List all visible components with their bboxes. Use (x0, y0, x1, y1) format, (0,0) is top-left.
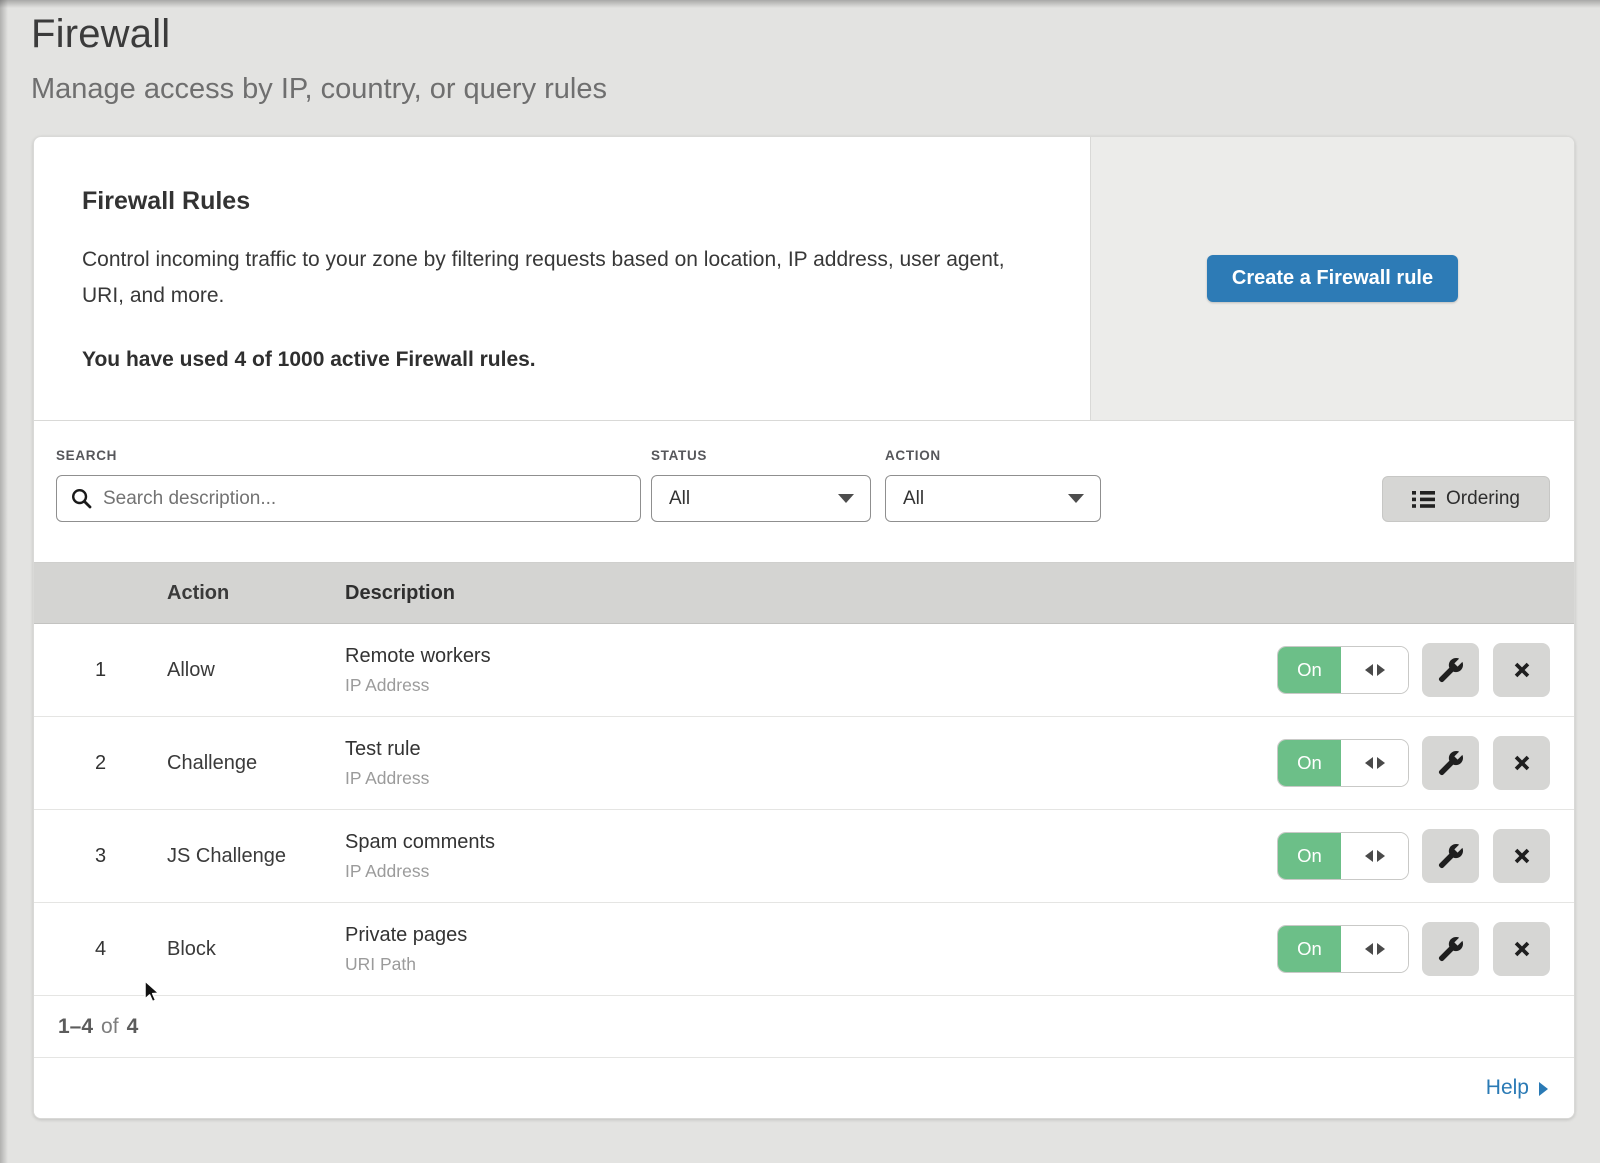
rule-priority: 4 (34, 938, 167, 961)
delete-rule-button[interactable] (1493, 829, 1550, 883)
rule-priority: 3 (34, 845, 167, 868)
close-icon (1511, 845, 1533, 867)
pagination-of: of (101, 1015, 119, 1039)
edit-rule-button[interactable] (1422, 829, 1479, 883)
page-title: Firewall (31, 12, 1600, 57)
action-selected-value: All (903, 488, 924, 510)
rules-intro-section: Firewall Rules Control incoming traffic … (34, 137, 1574, 421)
rule-field-type: IP Address (345, 768, 1278, 789)
rule-enabled-toggle[interactable]: On (1278, 833, 1408, 879)
create-rule-panel: Create a Firewall rule (1090, 137, 1574, 420)
close-icon (1511, 659, 1533, 681)
rule-enabled-toggle[interactable]: On (1278, 740, 1408, 786)
edit-rule-button[interactable] (1422, 736, 1479, 790)
ordering-button-label: Ordering (1446, 488, 1520, 510)
rule-field-type: IP Address (345, 675, 1278, 696)
status-select[interactable]: All (651, 475, 871, 522)
delete-rule-button[interactable] (1493, 643, 1550, 697)
page-header: Firewall Manage access by IP, country, o… (0, 0, 1600, 106)
rule-controls: On (1278, 736, 1574, 790)
filters-bar: SEARCH STATUS All ACTION All (34, 421, 1574, 562)
search-input[interactable] (56, 475, 641, 522)
rule-description-cell: Remote workers IP Address (345, 645, 1278, 696)
search-box (56, 475, 641, 522)
rule-description: Test rule (345, 738, 1278, 761)
toggle-on-label: On (1278, 647, 1341, 693)
window-left-edge (0, 0, 8, 1163)
table-row: 2 Challenge Test rule IP Address On (34, 717, 1574, 810)
table-row: 1 Allow Remote workers IP Address On (34, 624, 1574, 717)
wrench-icon (1438, 843, 1464, 869)
rules-intro: Firewall Rules Control incoming traffic … (34, 137, 1090, 420)
toggle-on-label: On (1278, 740, 1341, 786)
rule-description: Spam comments (345, 831, 1278, 854)
arrow-right-icon (1539, 1082, 1548, 1096)
rule-enabled-toggle[interactable]: On (1278, 647, 1408, 693)
close-icon (1511, 752, 1533, 774)
toggle-drag-handle-icon[interactable] (1341, 647, 1408, 693)
action-filter-group: ACTION All (885, 448, 1101, 522)
wrench-icon (1438, 936, 1464, 962)
firewall-rules-card: Firewall Rules Control incoming traffic … (33, 136, 1575, 1119)
rules-usage-count: You have used 4 of 1000 active Firewall … (82, 348, 1042, 372)
pagination: 1–4 of 4 (34, 996, 1574, 1058)
toggle-on-label: On (1278, 926, 1341, 972)
toggle-drag-handle-icon[interactable] (1341, 833, 1408, 879)
ordering-button[interactable]: Ordering (1382, 476, 1550, 522)
table-row: 3 JS Challenge Spam comments IP Address … (34, 810, 1574, 903)
rule-description-cell: Test rule IP Address (345, 738, 1278, 789)
rule-action: JS Challenge (167, 845, 345, 868)
toggle-drag-handle-icon[interactable] (1341, 926, 1408, 972)
pagination-range: 1–4 (58, 1015, 93, 1039)
rule-description: Private pages (345, 924, 1278, 947)
rule-controls: On (1278, 829, 1574, 883)
help-label: Help (1486, 1076, 1529, 1100)
rule-enabled-toggle[interactable]: On (1278, 926, 1408, 972)
chevron-down-icon (838, 494, 854, 503)
status-selected-value: All (669, 488, 690, 510)
rule-priority: 2 (34, 752, 167, 775)
help-link[interactable]: Help (1486, 1076, 1548, 1100)
rules-heading: Firewall Rules (82, 187, 1042, 216)
rule-field-type: URI Path (345, 954, 1278, 975)
status-filter-group: STATUS All (651, 448, 871, 522)
rule-action: Challenge (167, 752, 345, 775)
toggle-drag-handle-icon[interactable] (1341, 740, 1408, 786)
rule-description-cell: Spam comments IP Address (345, 831, 1278, 882)
edit-rule-button[interactable] (1422, 922, 1479, 976)
wrench-icon (1438, 750, 1464, 776)
rule-controls: On (1278, 922, 1574, 976)
chevron-down-icon (1068, 494, 1084, 503)
rule-action: Allow (167, 659, 345, 682)
create-firewall-rule-button[interactable]: Create a Firewall rule (1207, 255, 1458, 302)
rule-description: Remote workers (345, 645, 1278, 668)
status-label: STATUS (651, 448, 871, 463)
table-header-row: Action Description (34, 562, 1574, 624)
delete-rule-button[interactable] (1493, 922, 1550, 976)
column-header-action: Action (167, 582, 345, 605)
rule-description-cell: Private pages URI Path (345, 924, 1278, 975)
edit-rule-button[interactable] (1422, 643, 1479, 697)
rule-priority: 1 (34, 659, 167, 682)
rules-description: Control incoming traffic to your zone by… (82, 242, 1032, 314)
action-select[interactable]: All (885, 475, 1101, 522)
column-header-description: Description (345, 582, 1574, 605)
table-row: 4 Block Private pages URI Path On (34, 903, 1574, 996)
close-icon (1511, 938, 1533, 960)
ordering-list-icon (1412, 490, 1435, 509)
pagination-total: 4 (127, 1015, 139, 1039)
page-subtitle: Manage access by IP, country, or query r… (31, 73, 1600, 106)
rules-table: Action Description 1 Allow Remote worker… (34, 562, 1574, 1118)
rule-field-type: IP Address (345, 861, 1278, 882)
delete-rule-button[interactable] (1493, 736, 1550, 790)
rule-controls: On (1278, 643, 1574, 697)
wrench-icon (1438, 657, 1464, 683)
card-footer: Help (34, 1058, 1574, 1118)
search-filter-group: SEARCH (56, 448, 641, 522)
rule-action: Block (167, 938, 345, 961)
search-label: SEARCH (56, 448, 641, 463)
action-label: ACTION (885, 448, 1101, 463)
toggle-on-label: On (1278, 833, 1341, 879)
search-icon (71, 488, 92, 509)
